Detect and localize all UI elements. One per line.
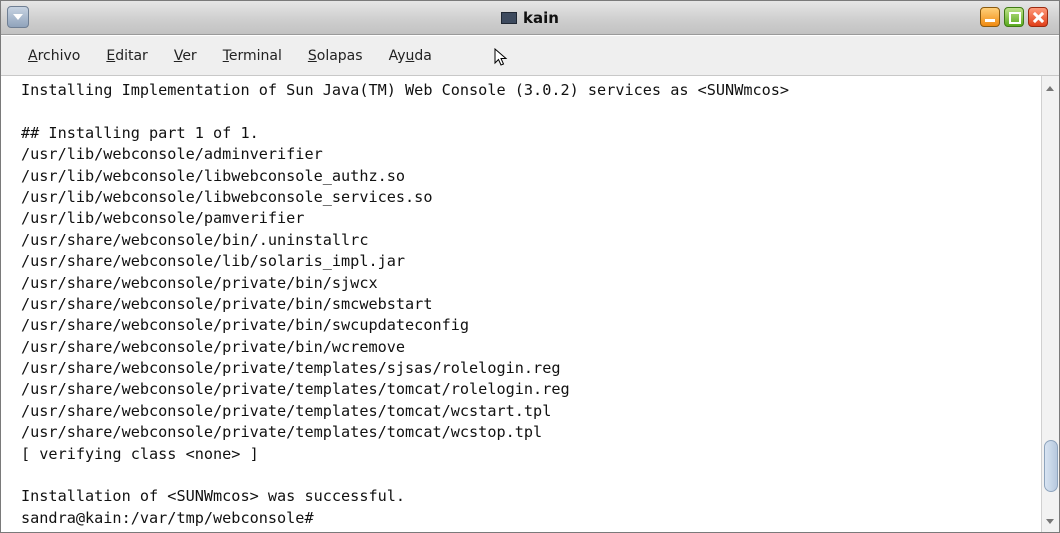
mouse-pointer-icon — [494, 48, 508, 66]
terminal-line: /usr/share/webconsole/bin/.uninstallrc — [21, 230, 369, 249]
window-title: kain — [523, 9, 559, 27]
terminal-app-icon — [501, 12, 518, 24]
terminal-line: /usr/share/webconsole/private/bin/smcweb… — [21, 294, 433, 313]
scroll-down-arrow-icon[interactable] — [1046, 519, 1054, 524]
terminal-line: /usr/share/webconsole/private/templates/… — [21, 380, 570, 399]
menu-terminal[interactable]: Terminal — [218, 44, 287, 68]
terminal-line: /usr/share/webconsole/private/templates/… — [21, 359, 561, 378]
menu-editar[interactable]: Editar — [101, 44, 152, 68]
scrollbar-thumb[interactable] — [1044, 440, 1058, 492]
terminal-line: /usr/lib/webconsole/pamverifier — [21, 209, 305, 228]
menu-ver[interactable]: Ver — [169, 44, 202, 68]
menu-bar: Archivo Editar Ver Terminal Solapas Ayud… — [1, 36, 1059, 76]
terminal-line: sandra@kain:/var/tmp/webconsole# — [21, 508, 323, 527]
close-icon[interactable] — [1028, 7, 1048, 27]
terminal-line: Installing Implementation of Sun Java(TM… — [21, 81, 790, 99]
terminal-line: /usr/share/webconsole/private/bin/wcremo… — [21, 337, 406, 356]
minimize-icon[interactable] — [980, 7, 1000, 27]
terminal-line: /usr/lib/webconsole/libwebconsole_authz.… — [21, 166, 406, 185]
title-bar[interactable]: kain — [1, 1, 1059, 35]
terminal-line: /usr/share/webconsole/lib/solaris_impl.j… — [21, 252, 406, 271]
scroll-up-arrow-icon[interactable] — [1046, 86, 1054, 91]
terminal-line: /usr/share/webconsole/private/bin/swcupd… — [21, 316, 470, 335]
menu-archivo[interactable]: Archivo — [23, 44, 85, 68]
terminal-line: /usr/share/webconsole/private/bin/sjwcx — [21, 273, 378, 292]
terminal-line: /usr/share/webconsole/private/templates/… — [21, 423, 543, 442]
title-wrap: kain — [1, 1, 1059, 35]
menu-solapas[interactable]: Solapas — [303, 44, 368, 68]
terminal-line: Installation of <SUNWmcos> was successfu… — [21, 487, 406, 506]
terminal-output[interactable]: Installing Implementation of Sun Java(TM… — [1, 76, 1041, 532]
terminal-window: kain Archivo Editar Ver Terminal Solapas… — [0, 0, 1060, 533]
menu-ayuda[interactable]: Ayuda — [384, 44, 437, 68]
terminal-line: ## Installing part 1 of 1. — [21, 123, 259, 142]
terminal-line: /usr/share/webconsole/private/templates/… — [21, 401, 552, 420]
terminal-line: /usr/lib/webconsole/adminverifier — [21, 145, 323, 164]
maximize-icon[interactable] — [1004, 7, 1024, 27]
terminal-line: /usr/lib/webconsole/libwebconsole_servic… — [21, 187, 433, 206]
terminal-line: [ verifying class <none> ] — [21, 444, 259, 463]
vertical-scrollbar[interactable] — [1041, 76, 1059, 532]
